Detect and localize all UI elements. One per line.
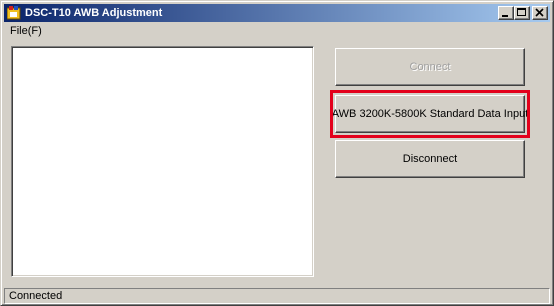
status-text: Connected [9,290,63,302]
minimize-button[interactable] [498,6,514,20]
app-window: DSC-T10 AWB Adjustment File(F) Connect A… [0,0,554,306]
awb-standard-data-input-label: AWB 3200K-5800K Standard Data Input [331,108,529,120]
awb-standard-data-input-button[interactable]: AWB 3200K-5800K Standard Data Input [332,95,528,133]
connect-button[interactable]: Connect [335,48,525,86]
close-button[interactable] [532,6,548,20]
close-icon [535,8,544,17]
title-bar[interactable]: DSC-T10 AWB Adjustment [4,4,550,22]
output-list[interactable] [11,46,314,277]
disconnect-button[interactable]: Disconnect [335,140,525,178]
status-bar: Connected [4,288,550,304]
window-title: DSC-T10 AWB Adjustment [25,7,163,19]
maximize-button[interactable] [514,6,530,20]
connect-button-label: Connect [409,61,451,73]
app-icon[interactable] [6,6,21,20]
menu-bar: File(F) [4,23,550,40]
menu-file[interactable]: File(F) [10,25,42,38]
minimize-icon [502,15,508,17]
disconnect-button-label: Disconnect [402,153,458,165]
maximize-icon [517,8,526,16]
